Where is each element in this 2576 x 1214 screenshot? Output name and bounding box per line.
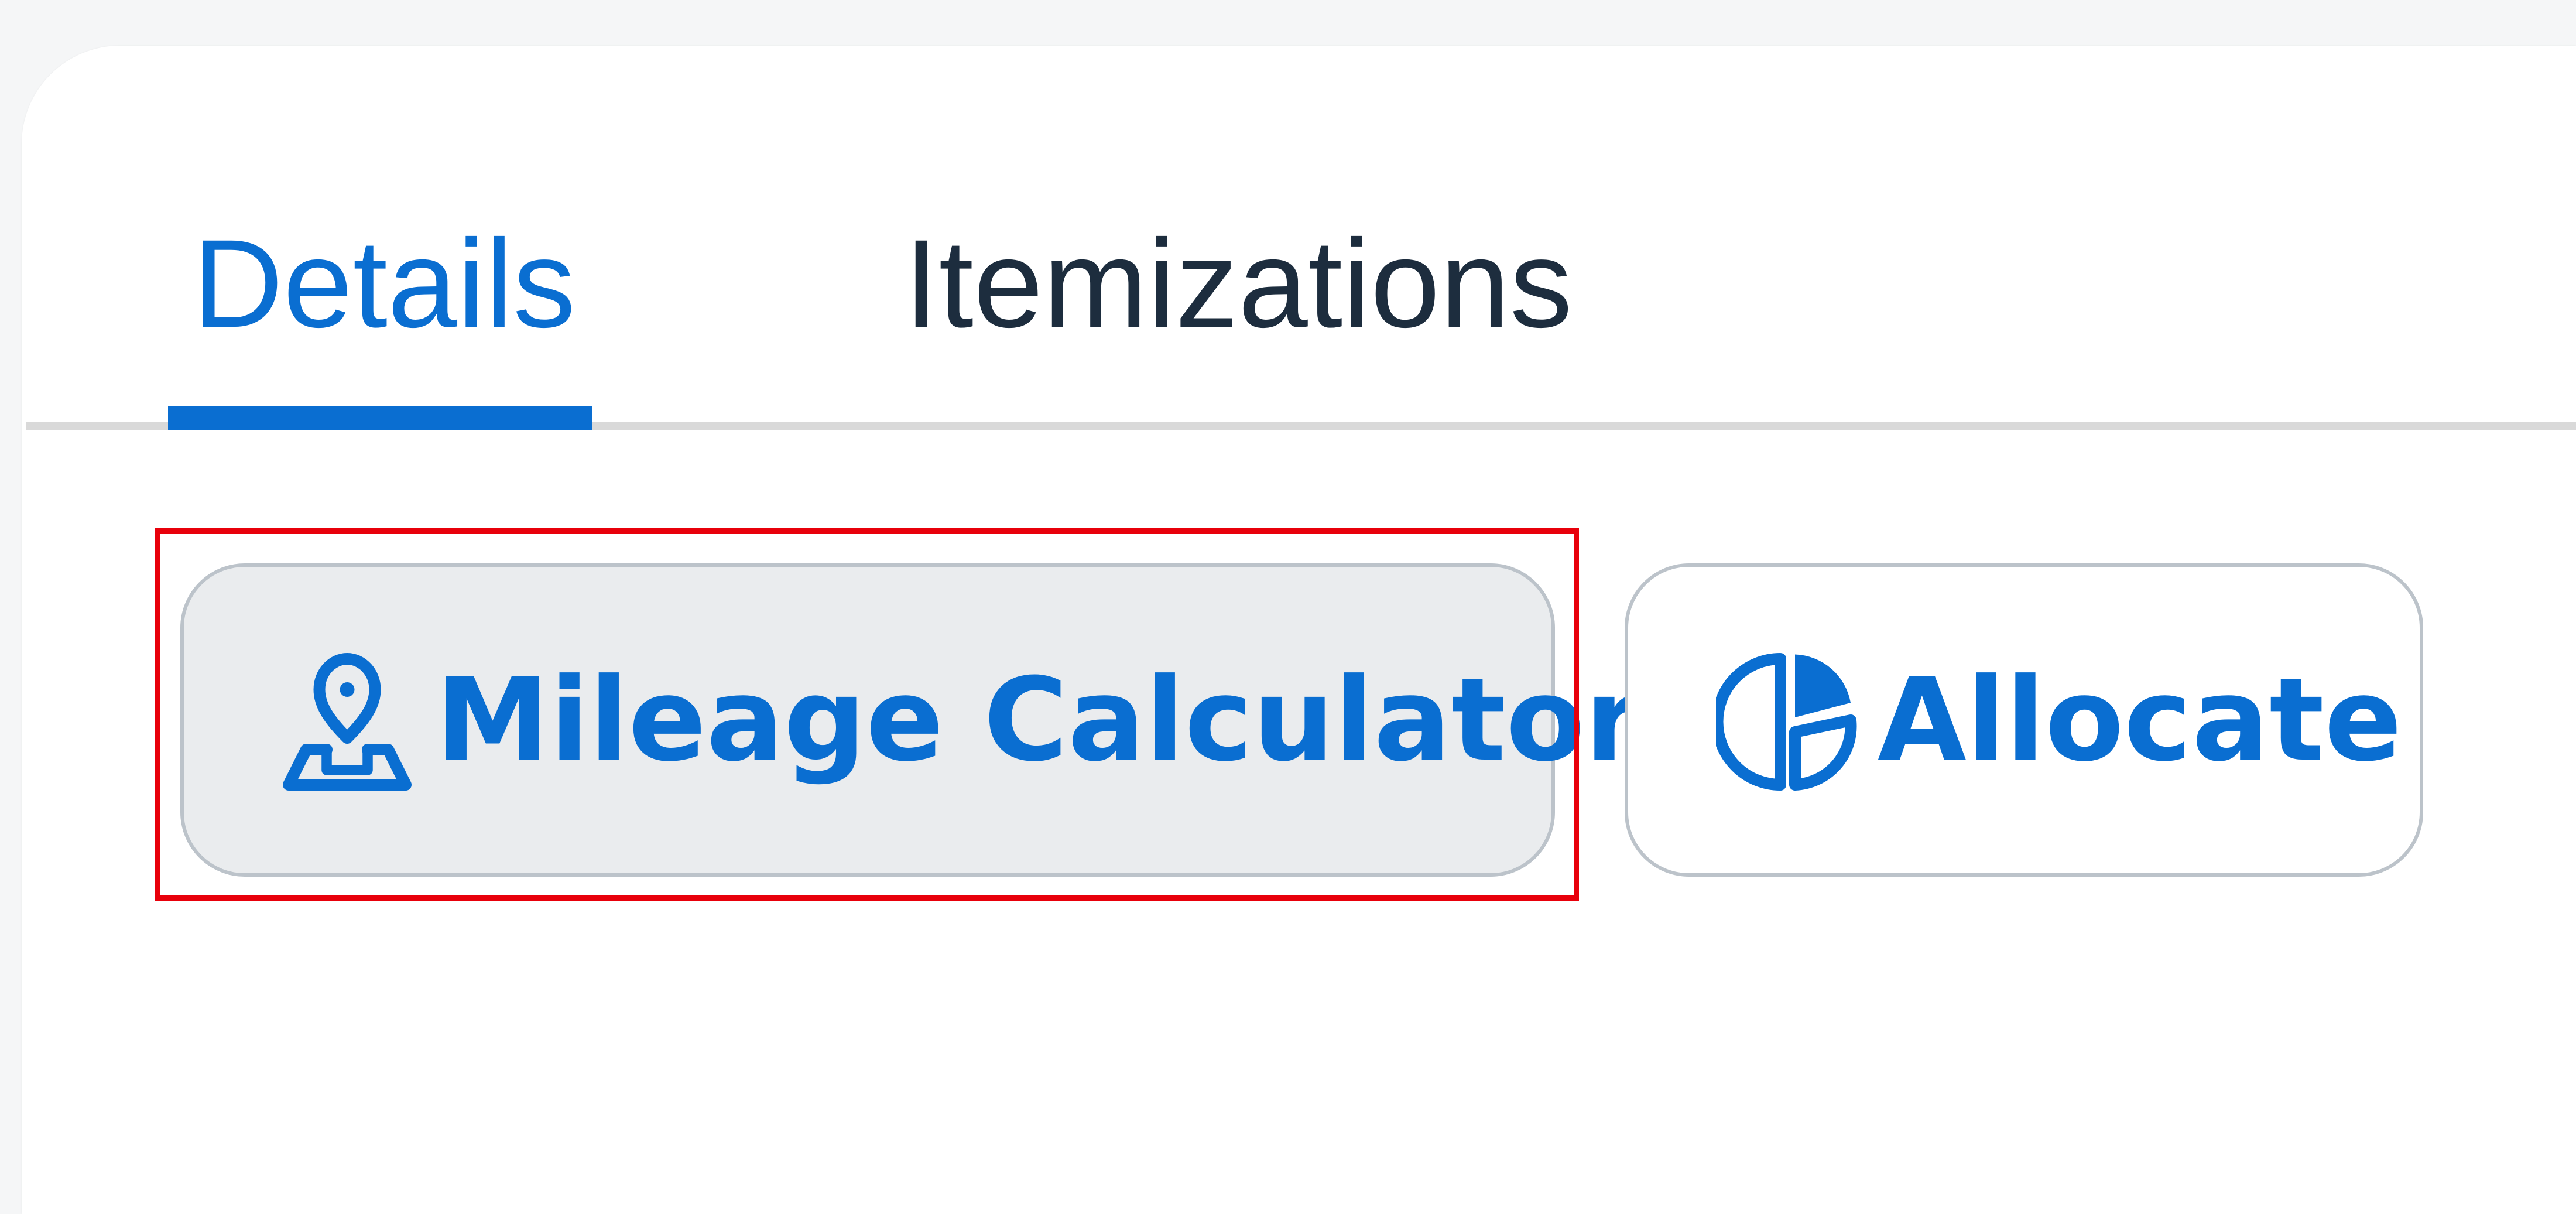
allocate-label: Allocate xyxy=(1878,653,2402,787)
pie-chart-icon xyxy=(1716,647,1862,794)
mileage-calculator-label: Mileage Calculator xyxy=(436,653,1642,787)
tab-details[interactable]: Details xyxy=(193,217,576,351)
allocate-button[interactable]: Allocate xyxy=(1625,563,2423,877)
mileage-calculator-button[interactable]: Mileage Calculator xyxy=(180,563,1642,877)
tab-itemizations[interactable]: Itemizations xyxy=(904,217,1573,351)
map-pin-route-icon xyxy=(274,647,420,794)
tab-bar: Details Itemizations xyxy=(22,46,2576,432)
selected-tab-indicator xyxy=(168,406,592,430)
